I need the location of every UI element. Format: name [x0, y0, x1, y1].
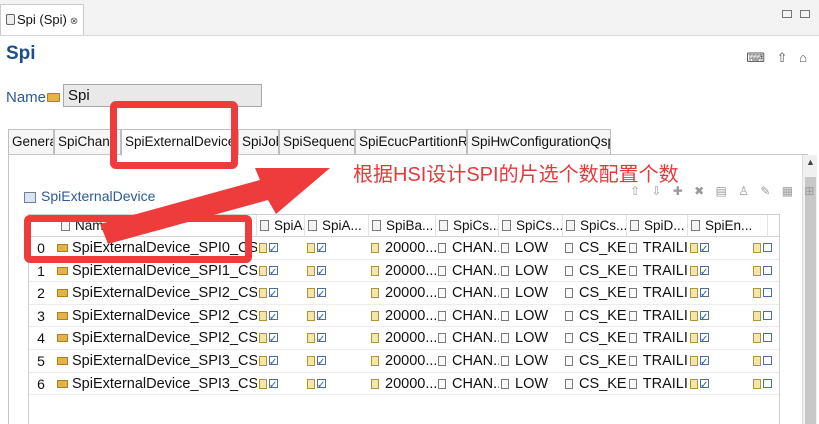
annotation-text: 根据HSI设计SPI的片选个数配置个数	[353, 164, 679, 186]
arrow-shape	[100, 168, 330, 244]
annotation-arrow	[100, 168, 330, 244]
